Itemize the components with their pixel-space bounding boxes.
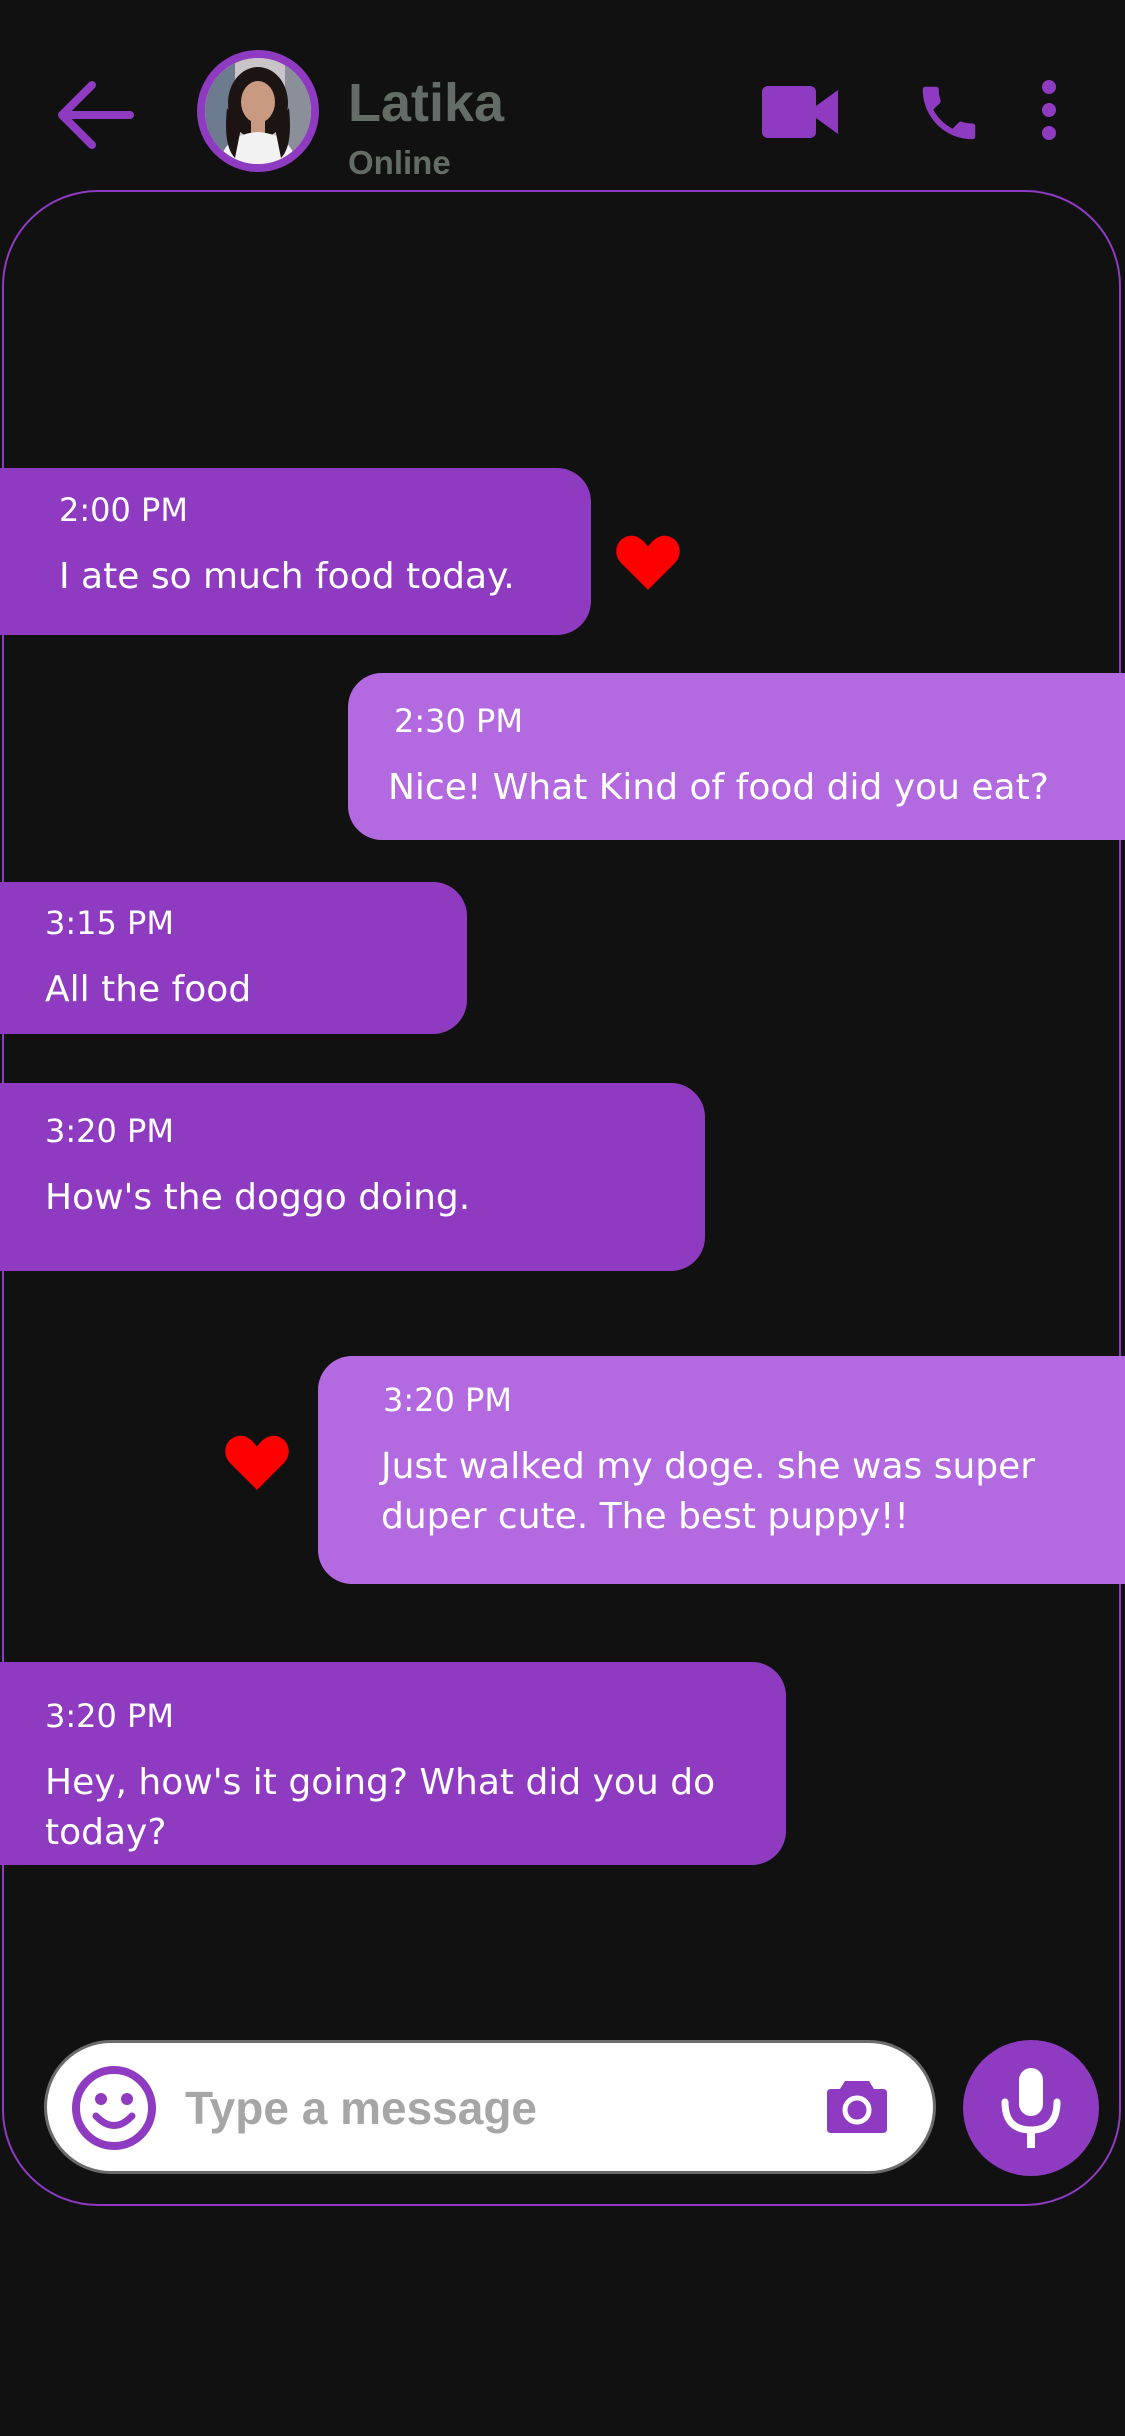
voice-call-button[interactable] [914, 78, 984, 148]
voice-message-button[interactable] [963, 2040, 1099, 2176]
message-text: All the food [45, 969, 252, 1010]
chat-screen: Latika Online 2:00 PM I ate so much food… [0, 0, 1125, 2436]
message-time: 3:15 PM [45, 904, 174, 942]
arrow-left-icon [58, 81, 134, 149]
video-call-button[interactable] [760, 80, 840, 144]
message-composer [44, 2040, 936, 2174]
heart-reaction-icon [225, 1435, 289, 1490]
contact-name: Latika [348, 73, 505, 133]
chat-header: Latika Online [0, 0, 1125, 190]
message-text: Nice! What Kind of food did you eat? [388, 767, 1049, 808]
avatar[interactable] [197, 50, 319, 172]
message-bubble-sent[interactable]: 2:30 PM Nice! What Kind of food did you … [348, 673, 1125, 840]
microphone-icon [1001, 2068, 1061, 2148]
avatar-photo [205, 58, 311, 164]
camera-icon [827, 2081, 887, 2133]
message-time: 2:00 PM [59, 491, 188, 529]
smiley-icon [72, 2066, 156, 2150]
message-text: How's the doggo doing. [45, 1177, 471, 1218]
message-time: 3:20 PM [45, 1697, 174, 1735]
camera-button[interactable] [825, 2075, 889, 2135]
message-bubble-received[interactable]: 3:20 PM How's the doggo doing. [0, 1083, 705, 1271]
more-vertical-icon [1042, 80, 1056, 140]
emoji-button[interactable] [71, 2065, 157, 2151]
message-text: I ate so much food today. [59, 556, 515, 597]
message-bubble-received[interactable]: 2:00 PM I ate so much food today. [0, 468, 591, 635]
more-options-button[interactable] [1032, 78, 1066, 142]
message-text: Just walked my doge. she was super duper… [381, 1446, 1036, 1537]
message-text: Hey, how's it going? What did you do tod… [45, 1762, 716, 1853]
back-button[interactable] [52, 72, 138, 158]
message-bubble-sent[interactable]: 3:20 PM Just walked my doge. she was sup… [318, 1356, 1125, 1584]
message-bubble-received[interactable]: 3:15 PM All the food [0, 882, 467, 1034]
message-time: 3:20 PM [45, 1112, 174, 1150]
message-time: 3:20 PM [383, 1381, 512, 1419]
heart-reaction-icon [616, 535, 680, 590]
phone-icon [922, 86, 976, 140]
contact-status: Online [348, 144, 451, 181]
message-input[interactable] [183, 2071, 747, 2145]
message-time: 2:30 PM [394, 702, 523, 740]
message-bubble-received[interactable]: 3:20 PM Hey, how's it going? What did yo… [0, 1662, 786, 1865]
video-camera-icon [762, 86, 838, 138]
